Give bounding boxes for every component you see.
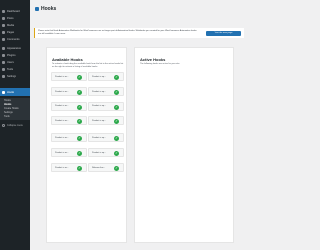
- pin-icon: [2, 16, 5, 20]
- media-icon: [2, 23, 5, 27]
- hook-card[interactable]: Product is ac... ✓: [51, 72, 87, 81]
- check-icon: ✓: [114, 151, 119, 156]
- sidebar-item-comments[interactable]: Comments: [0, 36, 30, 42]
- hook-label: Product is ac...: [55, 136, 69, 139]
- hooks-logo-icon: [35, 7, 39, 11]
- hook-label: Product is ac...: [55, 151, 69, 154]
- hook-card[interactable]: Product is ac... ✓: [51, 148, 87, 157]
- wrench-icon: [2, 67, 5, 71]
- notice-action-button[interactable]: Visit the new page: [206, 30, 241, 36]
- notice-banner: Please note that Hook Automation Webhook…: [34, 28, 244, 38]
- sidebar-item-label: Tools: [7, 67, 14, 71]
- sidebar-item-label: Media: [7, 23, 15, 27]
- check-icon: ✓: [114, 104, 119, 110]
- hook-card[interactable]: Product is up... ✓: [88, 148, 124, 157]
- hook-label: Product is up...: [92, 120, 106, 123]
- hook-card[interactable]: Product is up... ✓: [88, 133, 124, 143]
- check-icon: ✓: [114, 75, 119, 80]
- hook-card[interactable]: Product is up... ✓: [88, 116, 124, 126]
- check-icon: ✓: [77, 75, 82, 80]
- brush-icon: [2, 46, 5, 50]
- sidebar-item-users[interactable]: Users: [0, 59, 30, 65]
- check-icon: ✓: [114, 89, 119, 95]
- collapse-menu-label: Collapse menu: [7, 124, 23, 127]
- active-hooks-description: The following hooks are active for your …: [140, 63, 180, 65]
- sidebar-item-label: Appearance: [7, 46, 21, 50]
- check-icon: ✓: [114, 136, 119, 142]
- sidebar-item-media[interactable]: Media: [0, 22, 30, 28]
- hook-card[interactable]: Product is ac... ✓: [51, 101, 87, 111]
- hook-card[interactable]: Product is ac... ✓: [51, 133, 87, 143]
- sidebar-item-label: Pages: [7, 30, 15, 34]
- available-hooks-panel: Available Hooks To activate a hook drag …: [46, 47, 127, 243]
- sidebar-item-pages[interactable]: Pages: [0, 29, 30, 35]
- hook-label: Product is up...: [92, 151, 106, 154]
- hook-label: Product is ac...: [55, 90, 69, 93]
- hook-label: Product is up...: [92, 105, 106, 108]
- hook-card[interactable]: Product is up... ✓: [88, 101, 124, 111]
- hooks-submenu: Hooks Hooks Create Hooks Settings Tools: [0, 98, 30, 120]
- hook-label: Product is ac...: [55, 120, 69, 123]
- comment-icon: [2, 37, 5, 41]
- sidebar-item-plugins[interactable]: Plugins: [0, 52, 30, 58]
- active-hooks-title: Active Hooks: [140, 57, 166, 62]
- sidebar-item-appearance[interactable]: Appearance: [0, 45, 30, 51]
- collapse-icon: [2, 124, 5, 127]
- sidebar-item-settings[interactable]: Settings: [0, 73, 30, 79]
- sidebar-item-label: Settings: [7, 74, 17, 78]
- hook-icon: [2, 90, 5, 94]
- sidebar-item-dashboard[interactable]: Dashboard: [0, 8, 30, 14]
- check-icon: ✓: [77, 104, 82, 110]
- sidebar-item-posts[interactable]: Posts: [0, 15, 30, 21]
- hook-card[interactable]: Product is ac... ✓: [51, 162, 87, 172]
- dashboard-icon: [2, 9, 5, 13]
- sidebar-item-tools[interactable]: Tools: [0, 66, 30, 72]
- available-hooks-description: To activate a hook drag the available ho…: [52, 63, 124, 68]
- sidebar-item-label: Hooks: [7, 90, 15, 94]
- hook-card[interactable]: Product is ac... ✓: [51, 116, 87, 126]
- sidebar-item-hooks[interactable]: Hooks: [0, 88, 30, 96]
- sidebar-item-label: Posts: [7, 16, 14, 20]
- notice-text: Please note that Hook Automation Webhook…: [38, 30, 197, 35]
- plugin-icon: [2, 53, 5, 57]
- hook-card[interactable]: Product is up... ✓: [88, 72, 124, 81]
- admin-sidebar: Dashboard Posts Media Pages Comments App…: [0, 0, 30, 250]
- check-icon: ✓: [77, 136, 82, 142]
- settings-icon: [2, 74, 5, 78]
- hook-label: Product is up...: [92, 136, 106, 139]
- check-icon: ✓: [114, 165, 119, 171]
- hook-label: Product is ac...: [55, 75, 69, 78]
- page-icon: [2, 30, 5, 34]
- submenu-item-tools[interactable]: Tools: [4, 115, 10, 119]
- sidebar-item-label: Users: [7, 60, 14, 64]
- check-icon: ✓: [77, 89, 82, 95]
- hook-label: Product is ac...: [55, 166, 69, 169]
- check-icon: ✓: [114, 119, 119, 125]
- hook-card[interactable]: Release line... ✓: [88, 162, 124, 172]
- hook-label: Product is up...: [92, 75, 106, 78]
- collapse-menu-button[interactable]: Collapse menu: [0, 123, 30, 128]
- check-icon: ✓: [77, 119, 82, 125]
- hook-card[interactable]: Product is up... ✓: [88, 86, 124, 96]
- sidebar-item-label: Plugins: [7, 53, 16, 57]
- hook-label: Release line...: [92, 166, 106, 169]
- check-icon: ✓: [77, 151, 82, 156]
- sidebar-item-label: Comments: [7, 37, 20, 41]
- hook-label: Product is up...: [92, 90, 106, 93]
- available-hooks-title: Available Hooks: [52, 57, 83, 62]
- user-icon: [2, 60, 5, 64]
- check-icon: ✓: [77, 165, 82, 171]
- sidebar-item-label: Dashboard: [7, 9, 20, 13]
- hook-label: Product is ac...: [55, 105, 69, 108]
- hook-card[interactable]: Product is ac... ✓: [51, 86, 87, 96]
- app: Dashboard Posts Media Pages Comments App…: [0, 0, 250, 250]
- page-title: Hooks: [41, 6, 57, 12]
- active-hooks-panel: Active Hooks The following hooks are act…: [134, 47, 234, 243]
